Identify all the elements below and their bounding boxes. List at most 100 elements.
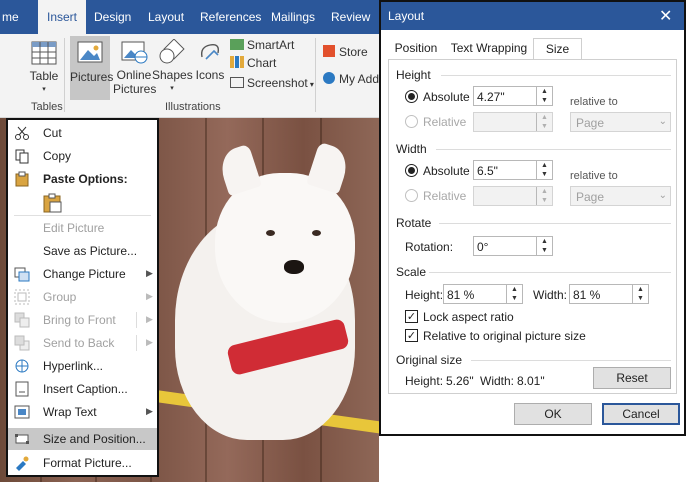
menu-item-label: Save as Picture... bbox=[43, 244, 138, 258]
tab-insert[interactable]: Insert bbox=[38, 0, 86, 34]
tab-design[interactable]: Design bbox=[94, 0, 131, 34]
menu-item-size-and-position[interactable]: Size and Position... bbox=[8, 428, 157, 450]
dog-head bbox=[215, 173, 355, 323]
height-relative-to-select: Page ⌄ bbox=[570, 112, 671, 132]
width-section-label: Width bbox=[396, 142, 427, 156]
menu-item-label: Change Picture bbox=[43, 267, 126, 281]
close-icon[interactable]: ✕ bbox=[659, 6, 672, 26]
group-icon bbox=[14, 289, 30, 305]
tab-size[interactable]: Size bbox=[533, 38, 582, 60]
menu-item-hyperlink[interactable]: Hyperlink... bbox=[8, 355, 157, 377]
menu-item-save-as-picture[interactable]: Save as Picture... bbox=[8, 240, 157, 262]
shapes-dropdown-icon: ▾ bbox=[170, 85, 174, 92]
table-dropdown-icon: ▾ bbox=[42, 86, 46, 93]
icons-icon bbox=[200, 43, 220, 60]
screenshot-button[interactable]: Screenshot ▾ bbox=[230, 76, 314, 90]
my-addins-button[interactable]: My Add bbox=[323, 72, 379, 86]
my-addins-label: My Add bbox=[339, 72, 379, 86]
spin-down-icon[interactable]: ▼ bbox=[536, 170, 552, 179]
pictures-label: Pictures bbox=[70, 70, 114, 84]
online-pictures-icon bbox=[121, 41, 148, 64]
context-menu: Cut Copy Paste Options: Edit Picture Sav… bbox=[6, 118, 159, 477]
tab-home[interactable]: me bbox=[2, 0, 30, 34]
original-width-value: 8.01" bbox=[517, 374, 545, 388]
tables-group-label: Tables bbox=[31, 101, 63, 113]
spin-down-icon[interactable]: ▼ bbox=[506, 294, 522, 303]
word-window: me Insert Design Layout References Maili… bbox=[0, 0, 379, 482]
size-tab-panel: Height Absolute 4.27" ▲ ▼ relative to Rel… bbox=[388, 59, 677, 394]
tab-layout[interactable]: Layout bbox=[148, 0, 184, 34]
store-label: Store bbox=[339, 45, 368, 59]
icons-button[interactable]: Icons bbox=[194, 38, 226, 100]
submenu-arrow-icon: ▶ bbox=[146, 291, 153, 301]
menu-item-format-picture[interactable]: Format Picture... bbox=[8, 452, 157, 474]
rotation-value: 0° bbox=[477, 240, 489, 254]
shapes-label: Shapes bbox=[152, 68, 193, 82]
menu-item-label: Cut bbox=[43, 126, 62, 140]
menu-item-copy[interactable]: Copy bbox=[8, 145, 157, 167]
screenshot-label: Screenshot bbox=[247, 76, 308, 90]
width-absolute-input[interactable]: 6.5" ▲ ▼ bbox=[473, 160, 553, 180]
table-button[interactable]: Table ▾ bbox=[22, 38, 66, 96]
spin-up-icon[interactable]: ▲ bbox=[536, 87, 552, 96]
spin-down-icon[interactable]: ▼ bbox=[632, 294, 648, 303]
ribbon-body: Table ▾ Pictures Online Pictures Shapes … bbox=[0, 34, 379, 118]
width-relative-to-label: relative to bbox=[570, 170, 618, 182]
tab-mailings[interactable]: Mailings bbox=[271, 0, 315, 34]
submenu-arrow-icon: ▶ bbox=[146, 314, 153, 324]
menu-item-cut[interactable]: Cut bbox=[8, 122, 157, 144]
tab-references[interactable]: References bbox=[200, 0, 261, 34]
tab-review[interactable]: Review bbox=[331, 0, 370, 34]
scale-height-input[interactable]: 81 % ▲ ▼ bbox=[443, 284, 523, 304]
spin-up-icon[interactable]: ▲ bbox=[506, 285, 522, 294]
ok-button[interactable]: OK bbox=[514, 403, 592, 425]
spin-up-icon[interactable]: ▲ bbox=[536, 237, 552, 246]
lock-aspect-ratio-checkbox[interactable]: ✓ bbox=[405, 310, 418, 323]
dog-nose bbox=[284, 260, 304, 274]
height-absolute-input[interactable]: 4.27" ▲ ▼ bbox=[473, 86, 553, 106]
submenu-arrow-icon: ▶ bbox=[146, 268, 153, 278]
menu-item-label: Edit Picture bbox=[43, 221, 105, 235]
menu-item-wrap-text[interactable]: Wrap Text ▶ bbox=[8, 401, 157, 423]
spin-down-icon: ▼ bbox=[536, 196, 552, 205]
relative-to-original-checkbox[interactable]: ✓ bbox=[405, 329, 418, 342]
store-button[interactable]: Store bbox=[323, 45, 368, 59]
chart-button[interactable]: Chart bbox=[230, 56, 276, 70]
reset-button[interactable]: Reset bbox=[593, 367, 671, 389]
online-pictures-button[interactable]: Online Pictures bbox=[113, 38, 156, 100]
spin-down-icon[interactable]: ▼ bbox=[536, 246, 552, 255]
spin-up-icon: ▲ bbox=[536, 113, 552, 122]
scale-width-value: 81 % bbox=[573, 288, 601, 302]
spin-down-icon[interactable]: ▼ bbox=[536, 96, 552, 105]
copy-icon bbox=[15, 149, 29, 164]
paste-keep-source-button[interactable] bbox=[42, 192, 64, 214]
cancel-button[interactable]: Cancel bbox=[602, 403, 680, 425]
online-pictures-label-line1: Online bbox=[116, 68, 152, 82]
width-absolute-value: 6.5" bbox=[477, 164, 498, 178]
scale-height-value: 81 % bbox=[447, 288, 475, 302]
menu-item-send-to-back: Send to Back ▶ bbox=[8, 332, 157, 354]
smartart-button[interactable]: SmartArt bbox=[230, 38, 294, 52]
size-position-icon bbox=[15, 434, 29, 444]
width-absolute-radio[interactable] bbox=[405, 164, 418, 177]
rotation-input[interactable]: 0° ▲ ▼ bbox=[473, 236, 553, 256]
shapes-button[interactable]: Shapes ▾ bbox=[152, 38, 193, 100]
menu-item-insert-caption[interactable]: Insert Caption... bbox=[8, 378, 157, 400]
spin-up-icon[interactable]: ▲ bbox=[632, 285, 648, 294]
chevron-down-icon: ⌄ bbox=[658, 116, 667, 127]
original-height-label: Height: bbox=[405, 374, 444, 388]
section-divider bbox=[439, 223, 671, 224]
menu-item-label: Bring to Front bbox=[43, 313, 116, 327]
group-separator bbox=[64, 38, 65, 112]
menu-item-change-picture[interactable]: Change Picture ▶ bbox=[8, 263, 157, 285]
scale-width-input[interactable]: 81 % ▲ ▼ bbox=[569, 284, 649, 304]
pictures-button[interactable]: Pictures bbox=[70, 36, 114, 100]
icons-label: Icons bbox=[195, 68, 225, 82]
tab-position[interactable]: Position bbox=[388, 38, 444, 60]
height-absolute-radio[interactable] bbox=[405, 90, 418, 103]
smartart-label: SmartArt bbox=[247, 38, 295, 52]
tab-text-wrapping[interactable]: Text Wrapping bbox=[447, 38, 531, 60]
width-relative-radio bbox=[405, 189, 418, 202]
spin-up-icon[interactable]: ▲ bbox=[536, 161, 552, 170]
format-picture-icon bbox=[16, 456, 29, 471]
